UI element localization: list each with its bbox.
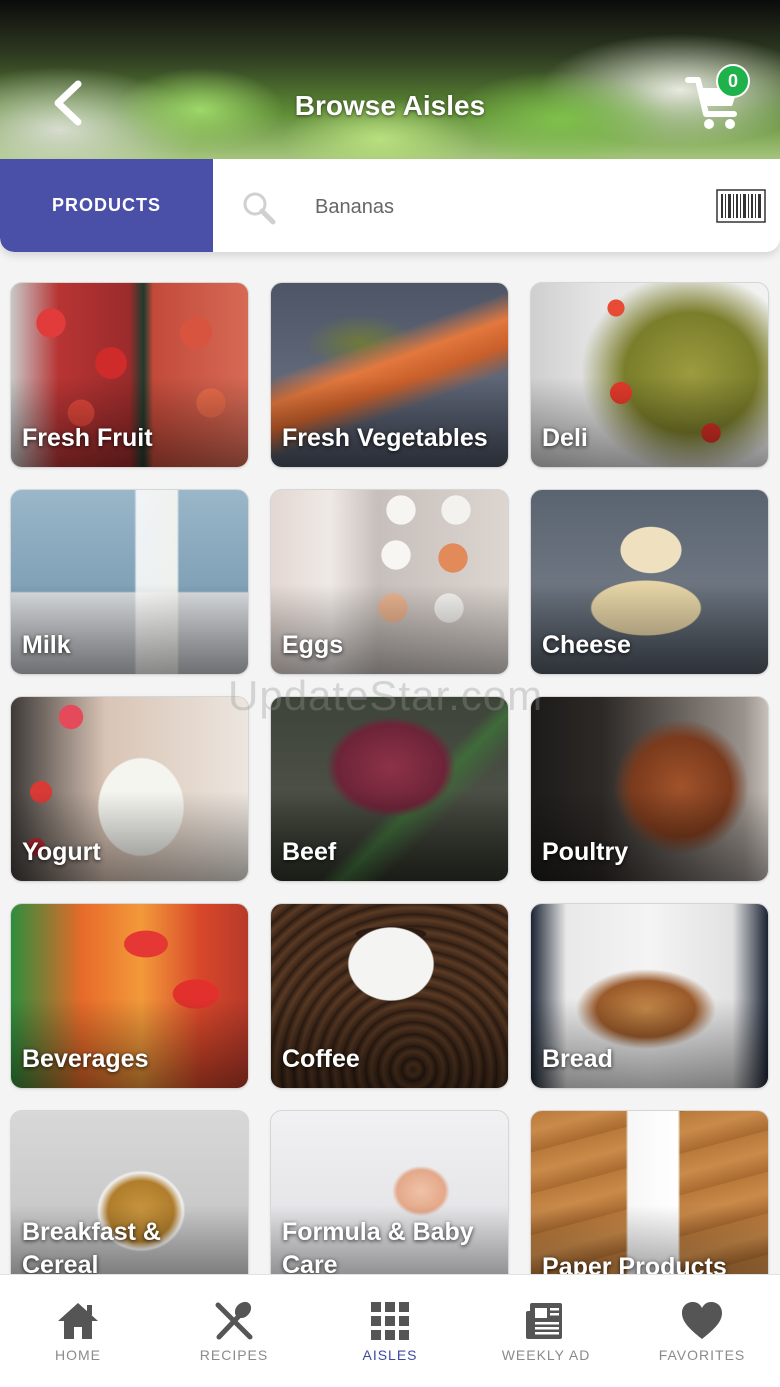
aisle-tile-cheese[interactable]: Cheese — [530, 489, 769, 675]
tab-favorites[interactable]: FAVORITES — [624, 1275, 780, 1387]
aisle-tile-deli[interactable]: Deli — [530, 282, 769, 468]
barcode-scan-icon[interactable] — [716, 189, 766, 223]
tab-home[interactable]: HOME — [0, 1275, 156, 1387]
aisle-tile-poultry[interactable]: Poultry — [530, 696, 769, 882]
aisle-tile-beverages[interactable]: Beverages — [10, 903, 249, 1089]
tab-label: WEEKLY AD — [501, 1347, 591, 1363]
products-tab[interactable]: PRODUCTS — [0, 159, 213, 252]
aisle-label: Deli — [542, 424, 588, 452]
utensils-icon — [215, 1301, 253, 1340]
aisle-label: Formula & Baby Care — [282, 1218, 474, 1274]
aisle-tile-coffee[interactable]: Coffee — [270, 903, 509, 1089]
aisle-label: Yogurt — [22, 838, 101, 866]
grid-icon — [371, 1302, 409, 1340]
aisle-label: Fresh Fruit — [22, 424, 153, 452]
aisle-tile-fresh-fruit[interactable]: Fresh Fruit — [10, 282, 249, 468]
tab-label: AISLES — [362, 1347, 418, 1363]
tab-aisles[interactable]: AISLES — [312, 1275, 468, 1387]
aisle-label: Coffee — [282, 1045, 360, 1073]
tab-label: RECIPES — [199, 1347, 269, 1363]
aisle-label: Breakfast & Cereal — [22, 1218, 161, 1274]
home-icon — [58, 1303, 98, 1339]
newspaper-icon — [526, 1303, 562, 1339]
aisle-label: Poultry — [542, 838, 629, 866]
aisle-tile-fresh-vegetables[interactable]: Fresh Vegetables — [270, 282, 509, 468]
aisle-tile-milk[interactable]: Milk — [10, 489, 249, 675]
aisle-tile-eggs[interactable]: Eggs — [270, 489, 509, 675]
aisle-label: Beverages — [22, 1045, 149, 1073]
tab-weekly-ad[interactable]: WEEKLY AD — [468, 1275, 624, 1387]
aisle-label: Milk — [22, 631, 71, 659]
page-title: Browse Aisles — [294, 90, 486, 121]
heart-icon — [682, 1302, 722, 1339]
browse-aisles-screen: Browse Aisles 0 PRODUCTS Bananas Fresh F… — [0, 0, 780, 1387]
bottom-tab-bar: HOME RECIPES AISLES WEEKLY AD FAVORITES — [0, 1274, 780, 1387]
aisle-label: Fresh Vegetables — [282, 424, 488, 452]
tab-label: FAVORITES — [658, 1347, 746, 1363]
aisle-label: Beef — [282, 838, 337, 866]
search-input[interactable] — [315, 187, 675, 227]
aisle-tile-beef[interactable]: Beef — [270, 696, 509, 882]
aisle-tile-bread[interactable]: Bread — [530, 903, 769, 1089]
header-banner: Browse Aisles 0 — [0, 0, 780, 160]
aisle-label: Bread — [542, 1045, 613, 1073]
aisle-label: Paper Products — [542, 1253, 727, 1274]
aisle-tile-breakfast-cereal[interactable]: Breakfast & Cereal — [10, 1110, 249, 1274]
aisle-tile-formula-baby-care[interactable]: Formula & Baby Care — [270, 1110, 509, 1274]
search-bar: PRODUCTS — [0, 159, 780, 252]
aisle-tile-paper-products[interactable]: Paper Products — [530, 1110, 769, 1274]
aisle-tile-yogurt[interactable]: Yogurt — [10, 696, 249, 882]
search-icon — [243, 192, 276, 225]
aisle-grid: Fresh Fruit Fresh Vegetables Deli Milk E… — [0, 252, 780, 1274]
tab-label: HOME — [55, 1347, 101, 1363]
aisle-label: Eggs — [282, 631, 344, 659]
aisle-label: Cheese — [542, 631, 631, 659]
cart-count-badge: 0 — [716, 64, 750, 98]
tab-recipes[interactable]: RECIPES — [156, 1275, 312, 1387]
